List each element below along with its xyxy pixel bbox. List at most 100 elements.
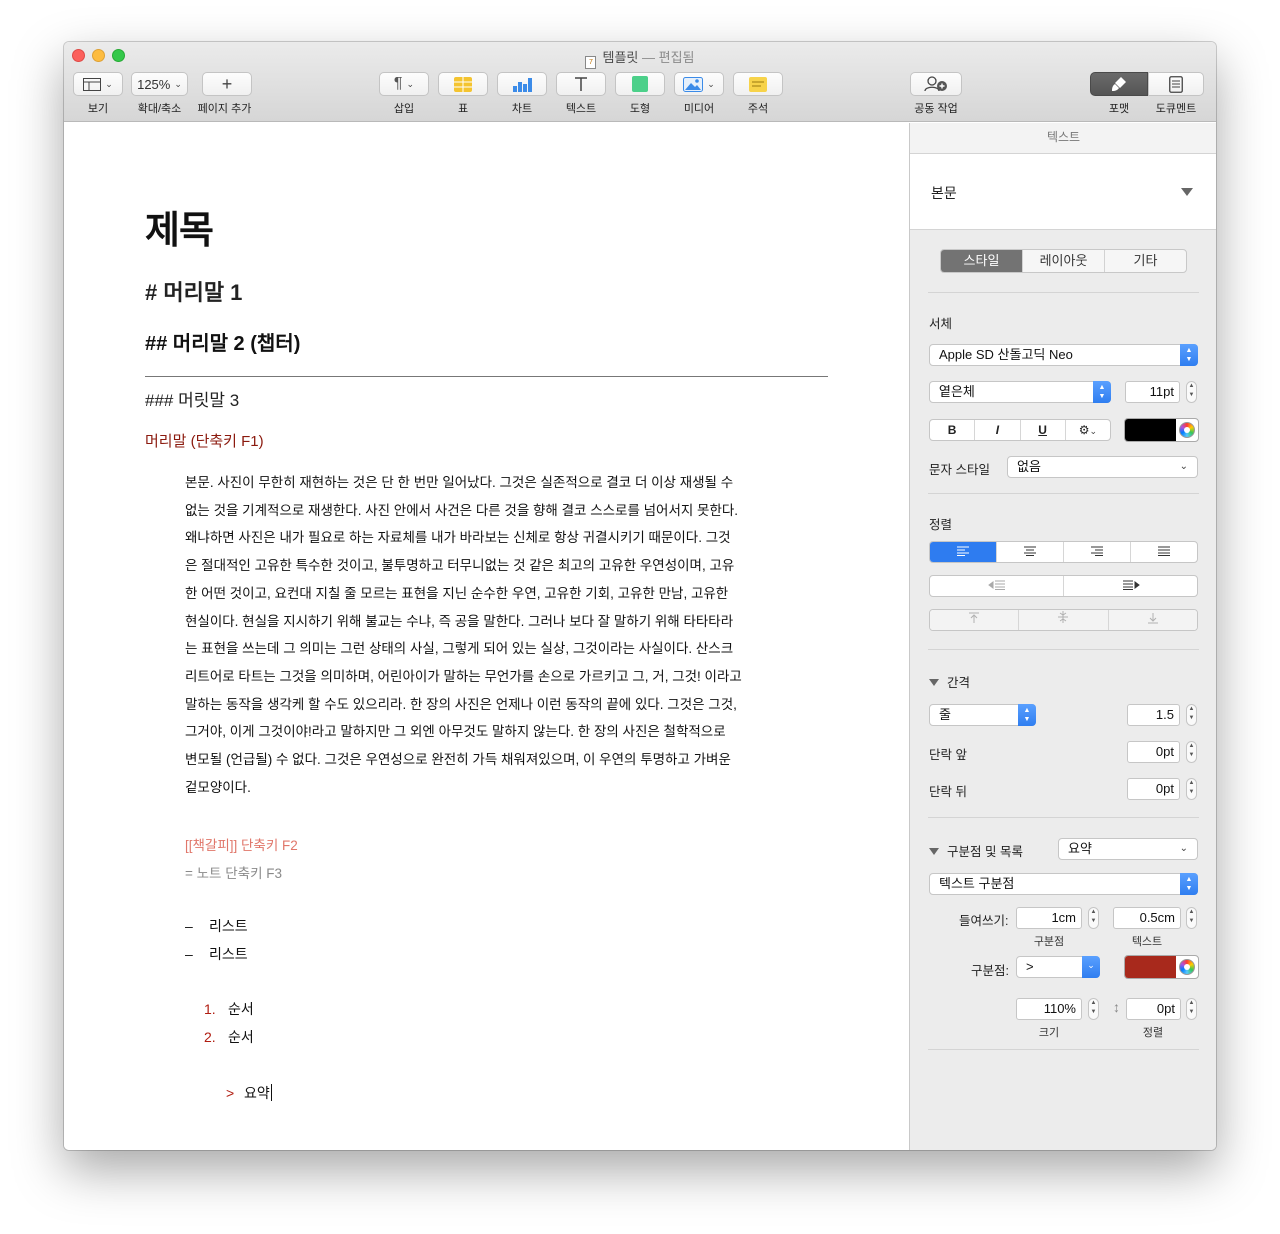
tab-style[interactable]: 스타일: [941, 250, 1023, 272]
after-paragraph-stepper[interactable]: ▲ ▼: [1186, 778, 1197, 800]
bullet-size-stepper[interactable]: ▲ ▼: [1088, 998, 1099, 1020]
text-indent-stepper[interactable]: ▲ ▼: [1186, 907, 1197, 929]
numbered-item[interactable]: 1. 순서: [204, 999, 254, 1019]
align-left-button[interactable]: [930, 542, 997, 562]
underline-button[interactable]: U: [1021, 420, 1066, 440]
bullet-align-field[interactable]: 0pt: [1126, 998, 1181, 1020]
bullet-color-well[interactable]: [1124, 955, 1199, 979]
line-spacing-field[interactable]: 1.5: [1127, 704, 1180, 726]
bookmark-line[interactable]: [[책갈피]] 단축키 F2: [185, 834, 298, 854]
spacing-section-label: 간격: [947, 676, 971, 690]
zoom-select[interactable]: 125% ⌄: [131, 72, 188, 96]
photo-icon: [683, 76, 704, 92]
chart-button[interactable]: [497, 72, 547, 96]
spacing-mode-select[interactable]: 줄 ▲ ▼: [929, 704, 1036, 726]
heading-4[interactable]: 머리말 (단축키 F1): [145, 430, 264, 451]
item-number: 2.: [204, 1029, 216, 1045]
view-button[interactable]: ⌄: [73, 72, 123, 96]
text-indent-field[interactable]: 0.5cm: [1113, 907, 1181, 929]
char-style-select[interactable]: 없음 ⌄: [1007, 456, 1198, 478]
text-color-well[interactable]: [1124, 418, 1199, 442]
body-paragraph[interactable]: 본문. 사진이 무한히 재현하는 것은 단 한 번만 일어났다. 그것은 실존적…: [185, 469, 795, 801]
heading-1[interactable]: # 머리말 1: [145, 275, 242, 307]
bullet-indent-field[interactable]: 1cm: [1016, 907, 1082, 929]
bold-button[interactable]: B: [930, 420, 976, 440]
zoom-tool[interactable]: 125% ⌄ 확대/축소: [131, 72, 188, 116]
text-tool[interactable]: 텍스트: [556, 72, 606, 116]
color-wheel-icon[interactable]: [1179, 959, 1195, 975]
shape-button[interactable]: [615, 72, 665, 96]
spacing-mode-value: 줄: [939, 707, 951, 722]
font-family-select[interactable]: Apple SD 산돌고딕 Neo ▲ ▼: [929, 344, 1198, 366]
align-middle-button[interactable]: [1019, 610, 1109, 630]
font-size-stepper[interactable]: ▲ ▼: [1186, 381, 1197, 403]
bullet-size-field[interactable]: 110%: [1016, 998, 1082, 1020]
font-weight-select[interactable]: 옅은체 ▲ ▼: [929, 381, 1111, 403]
table-button[interactable]: [438, 72, 488, 96]
media-tool[interactable]: ⌄ 미디어: [674, 72, 724, 116]
collaborate-button[interactable]: [910, 72, 962, 96]
align-center-button[interactable]: [997, 542, 1064, 562]
media-button[interactable]: ⌄: [674, 72, 724, 96]
summary-item[interactable]: > 요약: [226, 1083, 272, 1103]
plus-icon: +: [221, 73, 233, 94]
align-right-button[interactable]: [1064, 542, 1131, 562]
heading-2[interactable]: ## 머리말 2 (챕터): [145, 327, 300, 356]
heading-3[interactable]: ### 머릿말 3: [145, 386, 239, 411]
text-button[interactable]: [556, 72, 606, 96]
insert-button[interactable]: ¶ ⌄: [379, 72, 429, 96]
color-wheel-icon[interactable]: [1179, 422, 1195, 438]
font-size-field[interactable]: 11pt: [1125, 381, 1180, 403]
list-item[interactable]: – 리스트: [185, 916, 248, 936]
document-page[interactable]: 제목 # 머리말 1 ## 머리말 2 (챕터) ### 머릿말 3 머리말 (…: [64, 123, 909, 1150]
bullet-color-fill: [1125, 956, 1176, 978]
body-line: 한 어떤 것이고, 요컨대 지칠 줄 모르는 표현을 지닌 순수한 우연, 고유…: [185, 585, 729, 601]
document-tool[interactable]: 도큐멘트: [1148, 72, 1204, 116]
increase-indent-button[interactable]: [1064, 576, 1197, 596]
bullet-char-select[interactable]: > ⌄: [1016, 956, 1100, 978]
bullet-align-stepper[interactable]: ▲ ▼: [1186, 998, 1197, 1020]
disclosure-triangle-icon[interactable]: [1181, 188, 1193, 196]
document-button[interactable]: [1148, 72, 1204, 96]
list-item[interactable]: – 리스트: [185, 944, 248, 964]
insert-tool[interactable]: ¶ ⌄ 삽입: [379, 72, 429, 116]
add-page-tool[interactable]: + 페이지 추가: [198, 72, 252, 116]
italic-button[interactable]: I: [975, 420, 1021, 440]
divider: [928, 649, 1199, 650]
collaborate-tool[interactable]: 공동 작업: [910, 72, 962, 116]
format-button[interactable]: [1090, 72, 1148, 96]
char-style-label: 문자 스타일: [929, 463, 990, 477]
before-paragraph-field[interactable]: 0pt: [1127, 741, 1180, 763]
line-spacing-stepper[interactable]: ▲ ▼: [1186, 704, 1197, 726]
shape-tool[interactable]: 도형: [615, 72, 665, 116]
tab-more[interactable]: 기타: [1105, 250, 1186, 272]
list-item-text: 리스트: [209, 946, 248, 962]
tab-layout[interactable]: 레이아웃: [1023, 250, 1105, 272]
align-top-button[interactable]: [930, 610, 1020, 630]
body-line: 본문. 사진이 무한히 재현하는 것은 단 한 번만 일어났다. 그것은 실존적…: [185, 475, 734, 490]
view-tool[interactable]: ⌄ 보기: [73, 72, 123, 116]
decrease-indent-button[interactable]: [930, 576, 1064, 596]
comment-button[interactable]: [733, 72, 783, 96]
before-paragraph-stepper[interactable]: ▲ ▼: [1186, 741, 1197, 763]
spacing-section-toggle[interactable]: 간격: [929, 672, 970, 691]
align-bottom-button[interactable]: [1108, 610, 1197, 630]
bullets-section-toggle[interactable]: 구분점 및 목록: [929, 841, 1023, 860]
add-page-button[interactable]: +: [202, 72, 252, 96]
comment-tool[interactable]: 주석: [733, 72, 783, 116]
list-preset-select[interactable]: 요약 ⌄: [1058, 838, 1198, 860]
pages-window: 7 템플릿 — 편집됨 ⌄ 보기 125% ⌄ 확대/축소 + 페이지 추가 ¶: [64, 42, 1216, 1150]
chart-tool[interactable]: 차트: [497, 72, 547, 116]
table-tool[interactable]: 표: [438, 72, 488, 116]
heading-rule: [145, 376, 828, 377]
text-options-button[interactable]: ⚙⌄: [1066, 420, 1110, 440]
paragraph-style-picker[interactable]: 본문: [910, 154, 1216, 230]
after-paragraph-field[interactable]: 0pt: [1127, 778, 1180, 800]
format-tool[interactable]: 포맷: [1090, 72, 1148, 116]
bullet-indent-stepper[interactable]: ▲ ▼: [1088, 907, 1099, 929]
doc-title[interactable]: 제목: [145, 199, 214, 254]
note-line[interactable]: = 노트 단축키 F3: [185, 862, 282, 882]
align-justify-button[interactable]: [1131, 542, 1197, 562]
numbered-item[interactable]: 2. 순서: [204, 1027, 254, 1047]
bullet-type-select[interactable]: 텍스트 구분점 ▲ ▼: [929, 873, 1198, 895]
